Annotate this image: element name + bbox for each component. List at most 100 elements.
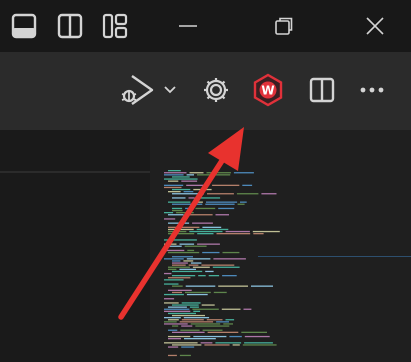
- minimap-token: [164, 186, 182, 189]
- minimap-token: [207, 193, 234, 195]
- minimap-token: [215, 342, 242, 344]
- minimap-token: [186, 258, 211, 260]
- minimap-token: [164, 321, 177, 323]
- minimap-token: [179, 321, 214, 323]
- minimap-token: [164, 317, 181, 319]
- minimap-token: [164, 258, 184, 260]
- minimap-token: [236, 193, 259, 195]
- minimap-token: [164, 279, 184, 281]
- minimap-token: [186, 214, 213, 216]
- minimap-token: [164, 272, 172, 275]
- minimap-token: [253, 233, 264, 235]
- minimap-token: [205, 203, 235, 205]
- minimap-token: [181, 325, 193, 327]
- extension-w-button[interactable]: W: [248, 70, 288, 110]
- minimap-token: [172, 260, 181, 262]
- minimap-token: [216, 233, 251, 235]
- minimap-token: [172, 262, 188, 264]
- minimap-token: [197, 174, 231, 176]
- minimap-token: [229, 335, 242, 338]
- minimap-token: [164, 293, 184, 296]
- minimap-token: [172, 275, 196, 277]
- minimize-button[interactable]: [158, 8, 218, 44]
- minimap-token: [172, 304, 199, 306]
- minimap[interactable]: [150, 130, 411, 362]
- minimap-token: [168, 354, 177, 357]
- minimap-token: [168, 230, 187, 233]
- minimap-token: [164, 249, 185, 252]
- minimap-token: [168, 222, 190, 224]
- minimap-token: [184, 338, 216, 340]
- minimap-token: [164, 218, 176, 220]
- restore-icon: [275, 17, 293, 35]
- run-debug-dropdown[interactable]: [160, 70, 180, 110]
- minimap-token: [197, 243, 220, 245]
- minimap-token: [189, 306, 199, 308]
- close-icon: [366, 17, 384, 35]
- split-editor-button[interactable]: [302, 70, 342, 110]
- minimap-token: [172, 264, 186, 266]
- minimap-token: [213, 291, 227, 294]
- editor-left-pane: [0, 130, 150, 362]
- run-debug-icon: [121, 75, 154, 105]
- minimap-token: [168, 180, 179, 182]
- minimap-token: [164, 212, 174, 214]
- restore-button[interactable]: [254, 8, 314, 44]
- minimap-token: [193, 335, 227, 338]
- minimap-token: [172, 256, 193, 258]
- minimap-token: [168, 289, 192, 291]
- minimap-token: [207, 331, 239, 333]
- minimap-token: [164, 174, 184, 176]
- minimap-token: [192, 266, 210, 268]
- minimap-token: [185, 291, 211, 294]
- minimap-token: [164, 308, 190, 310]
- minimap-token: [172, 176, 190, 178]
- minimap-token: [197, 197, 221, 199]
- minimap-token: [172, 314, 205, 317]
- minimap-token: [196, 228, 229, 231]
- minimap-token: [192, 222, 213, 224]
- minimap-token: [213, 258, 246, 260]
- toggle-secondary-sidebar-button[interactable]: [52, 10, 88, 42]
- minimap-token: [168, 338, 181, 340]
- minimap-token: [181, 302, 201, 304]
- minimap-token: [183, 191, 194, 193]
- minimap-token: [168, 226, 200, 228]
- minimap-token: [218, 285, 248, 287]
- toggle-panel-button[interactable]: [6, 10, 42, 42]
- minimap-token: [200, 342, 213, 344]
- extension-w-icon: W: [253, 73, 283, 107]
- minimap-token: [179, 243, 195, 245]
- minimap-token: [172, 285, 183, 287]
- settings-button[interactable]: [196, 70, 236, 110]
- more-actions-button[interactable]: [352, 70, 392, 110]
- close-button[interactable]: [345, 8, 405, 44]
- minimap-token: [243, 308, 252, 310]
- minimap-token: [186, 174, 194, 176]
- minimap-token: [233, 172, 254, 174]
- minimap-token: [215, 214, 229, 216]
- minimap-token: [168, 306, 187, 308]
- minimap-token: [189, 230, 223, 233]
- minimap-token: [212, 184, 240, 186]
- dropdown-chevron-icon: [164, 86, 176, 94]
- minimap-token: [205, 270, 214, 273]
- editor-area[interactable]: [0, 130, 411, 362]
- minimap-token: [164, 323, 188, 325]
- minimap-token: [212, 266, 240, 268]
- minimap-token: [206, 201, 238, 203]
- customize-layout-button[interactable]: [97, 10, 133, 42]
- minimap-token: [206, 172, 231, 174]
- minimap-token: [172, 203, 203, 205]
- minimap-token: [223, 323, 233, 325]
- minimap-token: [164, 172, 187, 174]
- minimap-token: [183, 317, 210, 319]
- minimap-token: [222, 251, 240, 254]
- minimap-token: [241, 331, 267, 333]
- minimap-token: [164, 245, 182, 247]
- run-debug-button[interactable]: [116, 70, 156, 110]
- minimap-token: [172, 209, 183, 212]
- minimap-token: [189, 172, 204, 174]
- minimap-token: [185, 207, 193, 210]
- minimap-token: [188, 264, 199, 266]
